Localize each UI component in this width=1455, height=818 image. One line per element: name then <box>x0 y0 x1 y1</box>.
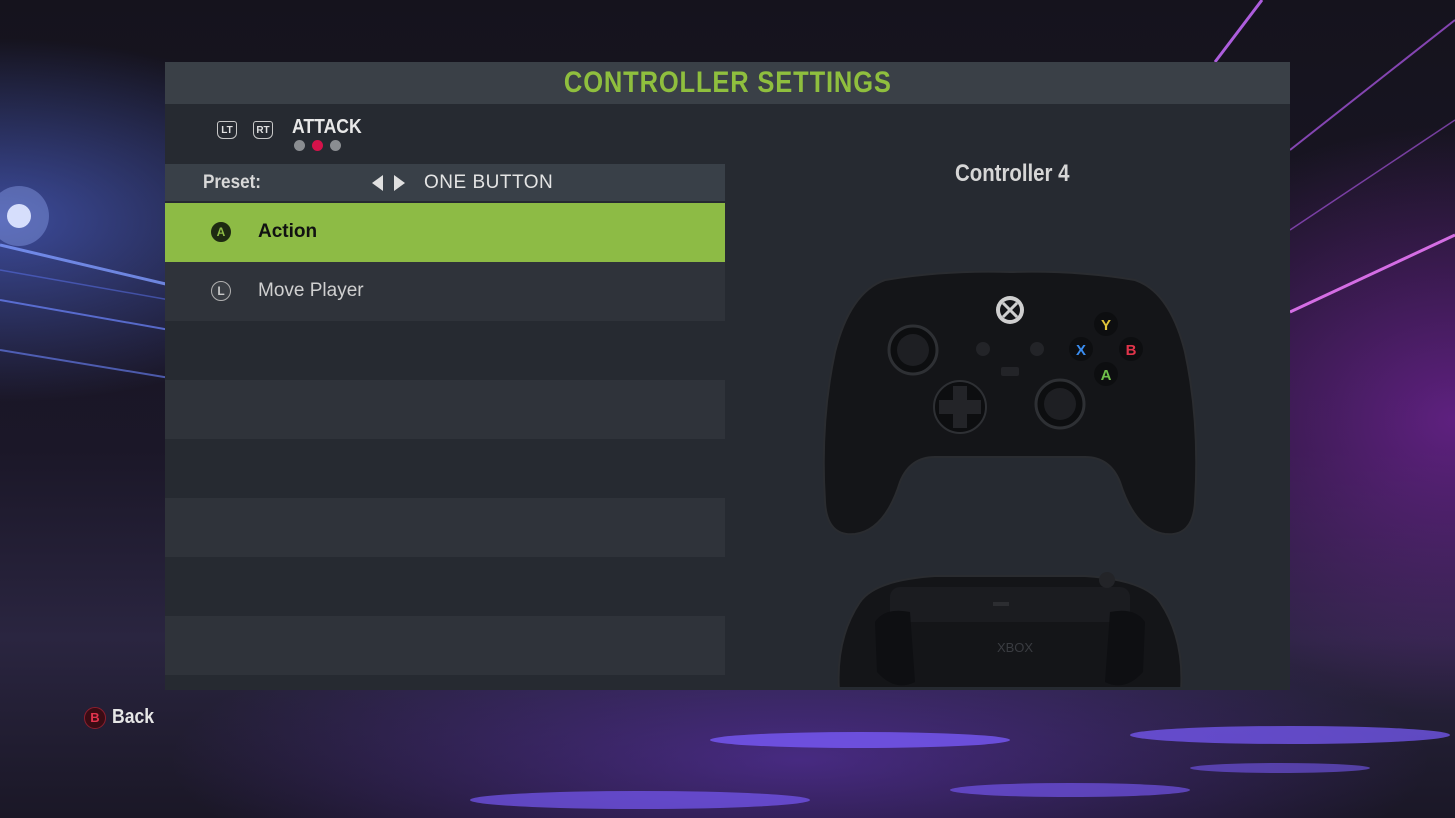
mapping-label: Move Player <box>258 280 364 301</box>
a-button-icon: A <box>211 222 231 242</box>
page-dot-3 <box>330 140 341 151</box>
mapping-row-move-player[interactable]: L Move Player <box>165 262 725 321</box>
a-button-icon: A <box>1101 367 1112 384</box>
page-title: CONTROLLER SETTINGS <box>563 66 892 99</box>
arrow-right-icon[interactable] <box>394 175 405 191</box>
mapping-row-action[interactable]: A Action <box>165 203 725 262</box>
empty-row <box>165 498 725 557</box>
mapping-label: Action <box>258 221 318 242</box>
lt-bumper-icon[interactable]: LT <box>217 121 237 139</box>
page-dot-2-active <box>312 140 323 151</box>
tab-attack[interactable]: ATTACK <box>292 116 362 139</box>
b-button-icon: B <box>84 706 106 729</box>
b-button-icon: B <box>1126 342 1137 359</box>
controller-settings-panel: CONTROLLER SETTINGS LT RT ATTACK Preset:… <box>165 62 1290 690</box>
empty-row <box>165 557 725 616</box>
empty-row <box>165 616 725 675</box>
preset-label: Preset: <box>203 172 261 193</box>
back-button[interactable]: B Back <box>84 706 160 729</box>
controller-front: Y X B A <box>822 270 1198 536</box>
page-dot-1 <box>294 140 305 151</box>
preset-selector[interactable]: Preset: ONE BUTTON <box>165 164 725 201</box>
x-button-icon: X <box>1076 342 1086 359</box>
title-bar: CONTROLLER SETTINGS <box>165 62 1290 104</box>
preset-value: ONE BUTTON <box>424 172 554 193</box>
empty-row <box>165 380 725 439</box>
empty-row <box>165 439 725 498</box>
xbox-brand-text: XBOX <box>997 640 1033 655</box>
empty-row <box>165 321 725 380</box>
back-label: Back <box>112 706 155 728</box>
rt-bumper-icon[interactable]: RT <box>253 121 273 139</box>
controller-image: Y X B A XBOX <box>822 270 1198 687</box>
controller-back: XBOX <box>837 572 1183 687</box>
page-indicator <box>294 140 341 151</box>
y-button-icon: Y <box>1101 317 1111 334</box>
controller-label: Controller 4 <box>955 160 1070 187</box>
arrow-left-icon[interactable] <box>372 175 383 191</box>
left-stick-icon: L <box>211 281 231 301</box>
